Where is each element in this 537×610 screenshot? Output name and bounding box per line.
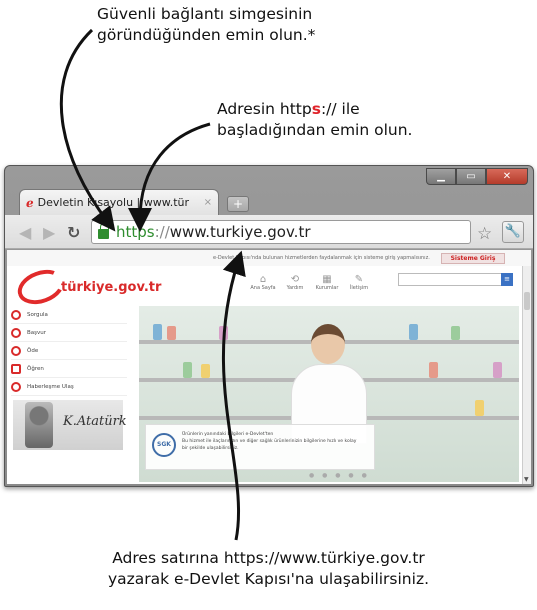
star-icon[interactable]: ☆: [477, 224, 492, 244]
shelf-item: [493, 362, 502, 378]
sidebar-item-ogren[interactable]: Öğren: [11, 360, 127, 378]
minimize-button[interactable]: ▁: [426, 168, 456, 185]
browser-window: ▁ ▭ ✕ ℯ Devletin Kısayolu | www.tür × + …: [4, 165, 534, 487]
slider-dots[interactable]: ● ● ● ● ●: [309, 472, 370, 479]
url-host: www.turkiye.gov.tr: [169, 223, 311, 241]
shelf-item: [153, 324, 162, 340]
callout-line: göründüğünden emin olun.*: [97, 26, 316, 44]
back-icon[interactable]: ◀: [19, 223, 31, 242]
callout-line: yazarak e-Devlet Kapısı'na ulaşabilirsin…: [107, 570, 430, 588]
page-viewport: e-Devlet Kapısı'nda bulunan hizmetlerden…: [7, 250, 531, 484]
sidebar-item-haberlesme[interactable]: Haberleşme Ulaş: [11, 378, 127, 396]
sidebar-item-basvur[interactable]: Başvur: [11, 324, 127, 342]
login-button[interactable]: Sisteme Giriş: [441, 253, 505, 264]
shelf-item: [451, 326, 460, 340]
learn-icon: [11, 363, 21, 374]
query-icon: [11, 309, 21, 320]
shelf-item: [183, 362, 192, 378]
pay-icon: [11, 345, 21, 356]
contact-icon: ✎: [354, 274, 364, 285]
wrench-icon[interactable]: 🔧: [502, 221, 524, 243]
close-window-button[interactable]: ✕: [486, 168, 528, 185]
scroll-thumb[interactable]: [524, 292, 530, 310]
sidebar-label: Öğren: [27, 365, 44, 372]
sidebar-label: Sorgula: [27, 311, 48, 318]
hero-caption-text: Ürünlerin yanındaki bilgileri e-Devlet't…: [182, 431, 362, 452]
topnav-item[interactable]: ✎ İletişim: [343, 274, 375, 291]
topnav-label: Ana Sayfa: [250, 285, 276, 291]
ataturk-portrait: [25, 402, 53, 448]
top-strip: e-Devlet Kapısı'nda bulunan hizmetlerden…: [7, 250, 531, 266]
hero-slider[interactable]: SGK Ürünlerin yanındaki bilgileri e-Devl…: [139, 306, 519, 482]
topnav-item[interactable]: ▦ Kurumlar: [311, 274, 343, 291]
site-search-button[interactable]: ≡: [501, 273, 513, 286]
tab-close-icon[interactable]: ×: [204, 197, 212, 208]
topnav-item[interactable]: ⌂ Ana Sayfa: [247, 274, 279, 291]
ataturk-signature: K.Atatürk: [63, 414, 127, 429]
callout-line: Adresin https:// ile: [217, 99, 517, 120]
site-favicon-icon: ℯ: [26, 195, 34, 210]
topnav-label: İletişim: [349, 285, 369, 291]
topnav-label: Kurumlar: [315, 285, 339, 291]
https-prefix: Adresin http: [217, 100, 312, 118]
url-separator: ://: [154, 223, 170, 241]
topnav-item[interactable]: ⟲ Yardım: [279, 274, 311, 291]
forward-icon[interactable]: ▶: [43, 223, 55, 242]
shelf-item: [475, 400, 484, 416]
site-topnav: ⌂ Ana Sayfa ⟲ Yardım ▦ Kurumlar ✎ İletişim: [247, 274, 375, 291]
secure-icon-callout: Güvenli bağlantı simgesinin göründüğünde…: [97, 4, 417, 46]
person-head: [311, 324, 345, 364]
shelf-item: [409, 324, 418, 340]
browser-toolbar: ◀ ▶ ↻ https://www.turkiye.gov.tr ☆ 🔧: [5, 215, 533, 249]
sidebar-item-sorgula[interactable]: Sorgula: [11, 306, 127, 324]
page-scrollbar[interactable]: ▼: [522, 266, 531, 484]
sidebar-label: Haberleşme Ulaş: [27, 383, 74, 390]
tab-title: Devletin Kısayolu | www.tür: [37, 196, 190, 209]
sidebar-item-ode[interactable]: Öde: [11, 342, 127, 360]
institutions-icon: ▦: [322, 274, 332, 285]
site-logo[interactable]: türkiye.gov.tr: [12, 263, 177, 311]
new-tab-button[interactable]: +: [227, 196, 249, 212]
site-sidebar: Sorgula Başvur Öde Öğren Haberleşme Ulaş: [11, 306, 127, 396]
callout-line: Adres satırına https://www.türkiye.gov.t…: [112, 549, 425, 567]
reload-icon[interactable]: ↻: [67, 223, 80, 242]
sgk-logo: SGK: [152, 433, 176, 457]
shelf-item: [167, 326, 176, 340]
login-note: e-Devlet Kapısı'nda bulunan hizmetlerden…: [213, 255, 430, 261]
lock-icon: [98, 223, 109, 239]
site-search-input[interactable]: [398, 273, 513, 286]
url-scheme: https: [116, 223, 155, 241]
message-icon: [11, 381, 21, 392]
ataturk-banner: K.Atatürk: [13, 400, 127, 450]
sidebar-label: Öde: [27, 347, 39, 354]
shelf-item: [429, 362, 438, 378]
hero-caption-title: Ürünlerin yanındaki bilgileri e-Devlet't…: [182, 432, 274, 437]
logo-text: türkiye.gov.tr: [61, 280, 162, 295]
help-icon: ⟲: [290, 274, 300, 285]
shelf-item: [219, 326, 228, 340]
shelf-item: [201, 364, 210, 378]
hero-caption: SGK Ürünlerin yanındaki bilgileri e-Devl…: [145, 424, 375, 470]
https-rest: :// ile: [320, 100, 360, 118]
topnav-label: Yardım: [286, 285, 304, 291]
callout-line: Güvenli bağlantı simgesinin: [97, 5, 313, 23]
window-controls: ▁ ▭ ✕: [426, 168, 528, 185]
hero-caption-body: Bu hizmet ile ilaçlarınızın ve diğer sağ…: [182, 439, 357, 451]
https-callout: Adresin https:// ile başladığından emin …: [217, 99, 517, 141]
address-bar[interactable]: https://www.turkiye.gov.tr: [91, 220, 471, 244]
home-icon: ⌂: [259, 274, 267, 285]
https-s-highlight: s: [311, 100, 321, 118]
scroll-down-icon[interactable]: ▼: [524, 476, 529, 483]
sidebar-label: Başvur: [27, 329, 47, 336]
address-bar-callout: Adres satırına https://www.türkiye.gov.t…: [0, 548, 537, 590]
maximize-button[interactable]: ▭: [456, 168, 486, 185]
apply-icon: [11, 327, 21, 338]
callout-line: başladığından emin olun.: [217, 121, 413, 139]
browser-tab[interactable]: ℯ Devletin Kısayolu | www.tür ×: [19, 189, 219, 215]
